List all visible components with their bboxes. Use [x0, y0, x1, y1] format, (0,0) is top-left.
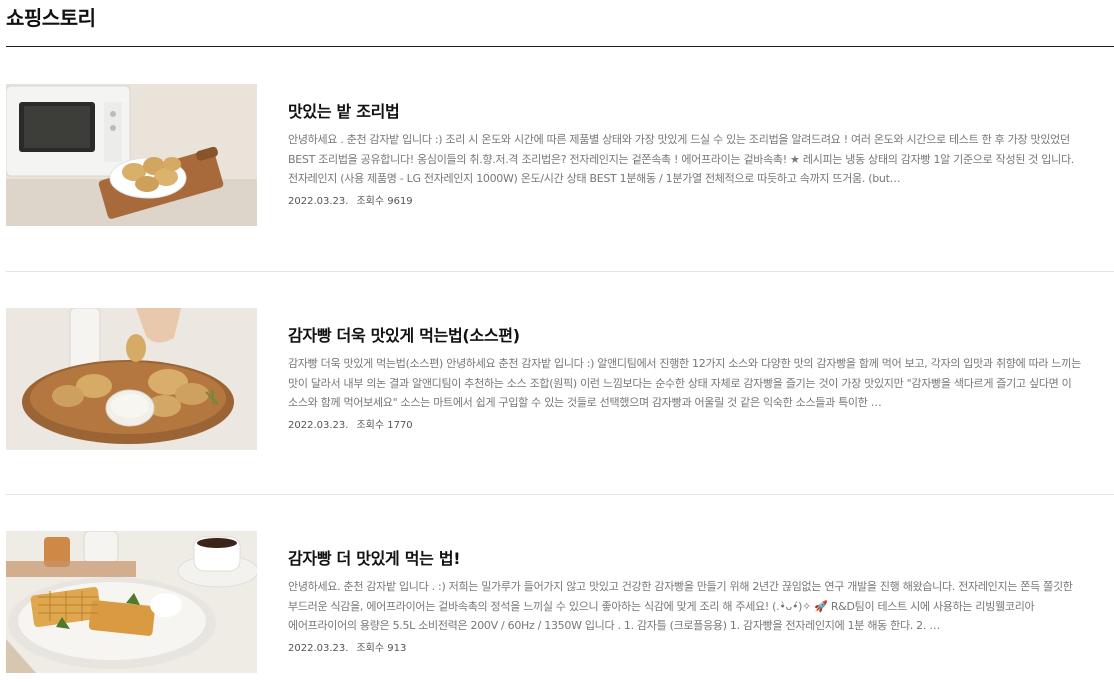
- post-title[interactable]: 감자빵 더 맛있게 먹는 법!: [288, 548, 1096, 570]
- microwave-potato-bread-photo: [6, 84, 257, 226]
- post-date: 2022.03.23.: [288, 642, 349, 654]
- post-views: 조회수 1770: [356, 419, 413, 431]
- post-views: 조회수 9619: [356, 195, 413, 207]
- story-post[interactable]: 감자빵 더욱 맛있게 먹는법(소스편) 감자빵 더욱 맛있게 먹는법(소스편) …: [6, 308, 1114, 450]
- post-title[interactable]: 맛있는 밭 조리법: [288, 101, 1096, 123]
- story-post[interactable]: 맛있는 밭 조리법 안녕하세요 . 춘천 감자밭 입니다 :) 조리 시 온도와…: [6, 84, 1114, 226]
- post-thumbnail[interactable]: [6, 531, 257, 673]
- post-thumbnail[interactable]: [6, 308, 257, 450]
- post-thumbnail[interactable]: [6, 84, 257, 226]
- post-divider: [6, 494, 1114, 495]
- potato-waffle-plate-photo: [6, 531, 257, 673]
- post-excerpt[interactable]: 안녕하세요. 춘천 감자밭 입니다 . :) 저희는 밀가루가 들어가지 않고 …: [288, 577, 1096, 636]
- post-date: 2022.03.23.: [288, 419, 349, 431]
- story-post[interactable]: 감자빵 더 맛있게 먹는 법! 안녕하세요. 춘천 감자밭 입니다 . :) 저…: [6, 531, 1114, 673]
- potato-bread-with-sauce-photo: [6, 308, 257, 450]
- post-meta: 2022.03.23. 조회수 1770: [288, 419, 1096, 433]
- page-title: 쇼핑스토리: [6, 6, 96, 30]
- post-views: 조회수 913: [356, 642, 407, 654]
- post-meta: 2022.03.23. 조회수 913: [288, 642, 1096, 656]
- post-excerpt[interactable]: 감자빵 더욱 맛있게 먹는법(소스편) 안녕하세요 춘천 감자밭 입니다 :) …: [288, 354, 1096, 413]
- post-meta: 2022.03.23. 조회수 9619: [288, 195, 1096, 209]
- post-excerpt[interactable]: 안녕하세요 . 춘천 감자밭 입니다 :) 조리 시 온도와 시간에 따른 제품…: [288, 130, 1096, 189]
- title-divider: [6, 46, 1114, 47]
- post-date: 2022.03.23.: [288, 195, 349, 207]
- post-divider: [6, 271, 1114, 272]
- post-title[interactable]: 감자빵 더욱 맛있게 먹는법(소스편): [288, 325, 1096, 347]
